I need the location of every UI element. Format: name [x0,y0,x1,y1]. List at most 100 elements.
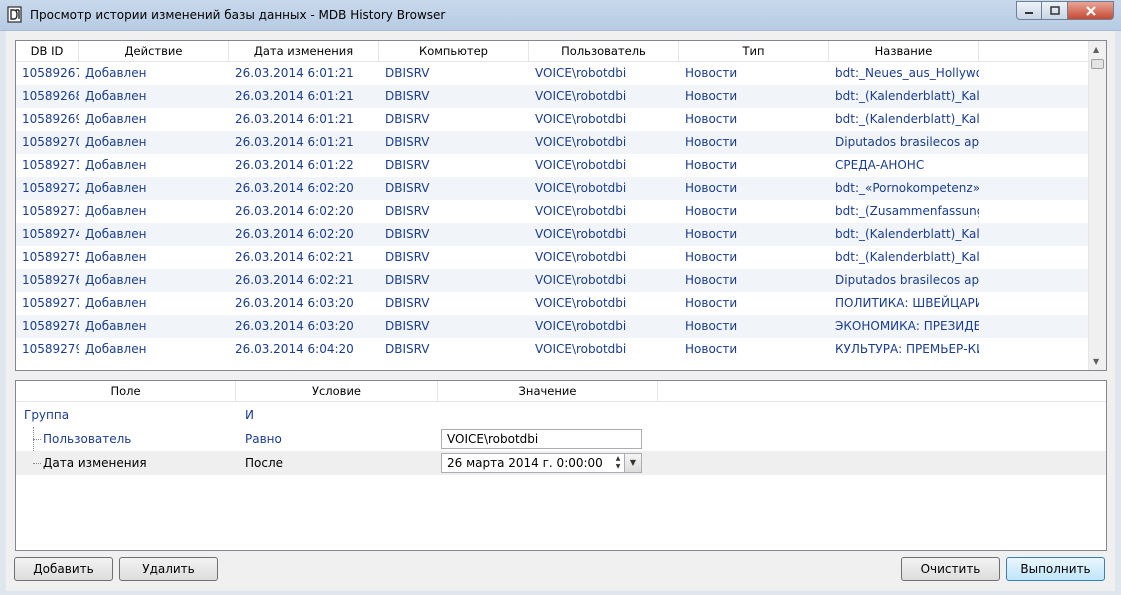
table-row[interactable]: 10589271 Добавлен 26.03.2014 6:01:22 DBISRV… [16,154,1088,177]
cell-action: Добавлен [85,112,147,126]
cell-action: Добавлен [85,135,147,149]
filter-header: Поле Условие Значение [16,381,1106,402]
cell-date: 26.03.2014 6:02:21 [235,250,354,264]
cell-action: Добавлен [85,273,147,287]
filter-condition-user[interactable]: Равно [245,427,282,451]
cell-date: 26.03.2014 6:02:20 [235,181,354,195]
cell-user: VOICE\robotdbi [535,227,627,241]
filter-row-date[interactable]: Дата изменения После 26 марта 2014 г. 0:… [16,451,1106,475]
spin-down-icon[interactable]: ▼ [612,463,624,471]
cell-type: Новости [685,89,738,103]
cell-name: bdt:_(Kalenderblatt)_Kalen [835,89,979,103]
cell-action: Добавлен [85,227,147,241]
history-grid[interactable]: DB ID Действие Дата изменения Компьютер … [15,40,1107,371]
cell-type: Новости [685,66,738,80]
execute-button[interactable]: Выполнить [1006,557,1105,581]
spin-up-icon[interactable]: ▲ [612,455,624,463]
chevron-down-icon: ▼ [629,458,637,467]
cell-computer: DBISRV [385,204,430,218]
cell-action: Добавлен [85,296,147,310]
scroll-thumb[interactable] [1091,59,1104,69]
cell-action: Добавлен [85,89,147,103]
date-spinner[interactable]: ▲ ▼ [612,455,624,471]
cell-type: Новости [685,181,738,195]
cell-user: VOICE\robotdbi [535,89,627,103]
cell-action: Добавлен [85,181,147,195]
cell-date: 26.03.2014 6:04:20 [235,342,354,356]
cell-date: 26.03.2014 6:01:21 [235,135,354,149]
cell-db-id: 10589279 [22,342,79,356]
cell-type: Новости [685,273,738,287]
filter-row-user[interactable]: Пользователь Равно VOICE\robotdbi [16,427,1106,451]
maximize-button[interactable] [1042,1,1068,20]
cell-db-id: 10589271 [22,158,79,172]
cell-date: 26.03.2014 6:02:20 [235,227,354,241]
scroll-up-icon[interactable]: ▲ [1093,45,1099,54]
filter-value-date-picker[interactable]: 26 марта 2014 г. 0:00:00 ▲ ▼ ▼ [441,453,642,473]
cell-name: bdt:_(Kalenderblatt)_Kalen [835,250,979,264]
filter-column-condition[interactable]: Условие [236,381,438,401]
column-header-user[interactable]: Пользователь [529,41,679,61]
filter-column-value[interactable]: Значение [438,381,658,401]
cell-db-id: 10589272 [22,181,79,195]
grid-vertical-scrollbar[interactable]: ▲ ▼ [1088,41,1106,370]
cell-type: Новости [685,204,738,218]
table-row[interactable]: 10589276 Добавлен 26.03.2014 6:02:21 DBISRV… [16,269,1088,292]
minimize-button[interactable] [1016,1,1042,20]
cell-date: 26.03.2014 6:01:22 [235,158,354,172]
table-row[interactable]: 10589267 Добавлен 26.03.2014 6:01:21 DBISRV… [16,62,1088,85]
column-header-action[interactable]: Действие [79,41,229,61]
cell-computer: DBISRV [385,66,430,80]
add-button[interactable]: Добавить [14,557,113,581]
column-header-db-id[interactable]: DB ID [16,41,79,61]
cell-user: VOICE\robotdbi [535,273,627,287]
column-header-date[interactable]: Дата изменения [229,41,379,61]
tree-branch [33,463,41,464]
table-row[interactable]: 10589277 Добавлен 26.03.2014 6:03:20 DBISRV… [16,292,1088,315]
table-row[interactable]: 10589268 Добавлен 26.03.2014 6:01:21 DBISRV… [16,85,1088,108]
cell-date: 26.03.2014 6:03:20 [235,296,354,310]
filter-column-field[interactable]: Поле [16,381,236,401]
cell-type: Новости [685,227,738,241]
close-button[interactable] [1068,1,1114,20]
cell-db-id: 10589267 [22,66,79,80]
cell-computer: DBISRV [385,296,430,310]
filter-group-label: Группа [24,408,70,422]
column-header-name[interactable]: Название [829,41,979,61]
cell-type: Новости [685,135,738,149]
table-row[interactable]: 10589273 Добавлен 26.03.2014 6:02:20 DBISRV… [16,200,1088,223]
cell-date: 26.03.2014 6:03:20 [235,319,354,333]
cell-date: 26.03.2014 6:02:21 [235,273,354,287]
table-row[interactable]: 10589272 Добавлен 26.03.2014 6:02:20 DBISRV… [16,177,1088,200]
table-row[interactable]: 10589270 Добавлен 26.03.2014 6:01:21 DBISRV… [16,131,1088,154]
table-row[interactable]: 10589269 Добавлен 26.03.2014 6:01:21 DBISRV… [16,108,1088,131]
cell-name: bdt:_(Kalenderblatt)_Kalen [835,112,979,126]
cell-name: bdt:_(Zusammenfassung_( [835,204,979,218]
column-header-type[interactable]: Тип [679,41,829,61]
filter-value-user-input[interactable]: VOICE\robotdbi [441,429,642,449]
table-row[interactable]: 10589274 Добавлен 26.03.2014 6:02:20 DBISRV… [16,223,1088,246]
table-row[interactable]: 10589275 Добавлен 26.03.2014 6:02:21 DBISRV… [16,246,1088,269]
clear-button[interactable]: Очистить [901,557,1000,581]
cell-action: Добавлен [85,342,147,356]
filter-editor[interactable]: Поле Условие Значение Группа И Пользоват… [15,380,1107,551]
minimize-icon [1025,11,1033,14]
filter-row-group[interactable]: Группа И [16,403,1106,427]
column-header-computer[interactable]: Компьютер [379,41,529,61]
table-row[interactable]: 10589279 Добавлен 26.03.2014 6:04:20 DBISRV… [16,338,1088,361]
grid-header: DB ID Действие Дата изменения Компьютер … [16,41,1088,62]
cell-db-id: 10589270 [22,135,79,149]
cell-user: VOICE\robotdbi [535,66,627,80]
cell-db-id: 10589277 [22,296,79,310]
cell-user: VOICE\robotdbi [535,158,627,172]
filter-condition-date[interactable]: После [245,451,283,475]
cell-action: Добавлен [85,250,147,264]
cell-db-id: 10589274 [22,227,79,241]
cell-type: Новости [685,296,738,310]
filter-group-operator[interactable]: И [245,403,254,427]
date-dropdown-button[interactable]: ▼ [624,454,641,472]
scroll-down-icon[interactable]: ▼ [1093,357,1099,366]
table-row[interactable]: 10589278 Добавлен 26.03.2014 6:03:20 DBISRV… [16,315,1088,338]
delete-button[interactable]: Удалить [119,557,218,581]
cell-name: bdt:_(Kalenderblatt)_Kalen [835,227,979,241]
